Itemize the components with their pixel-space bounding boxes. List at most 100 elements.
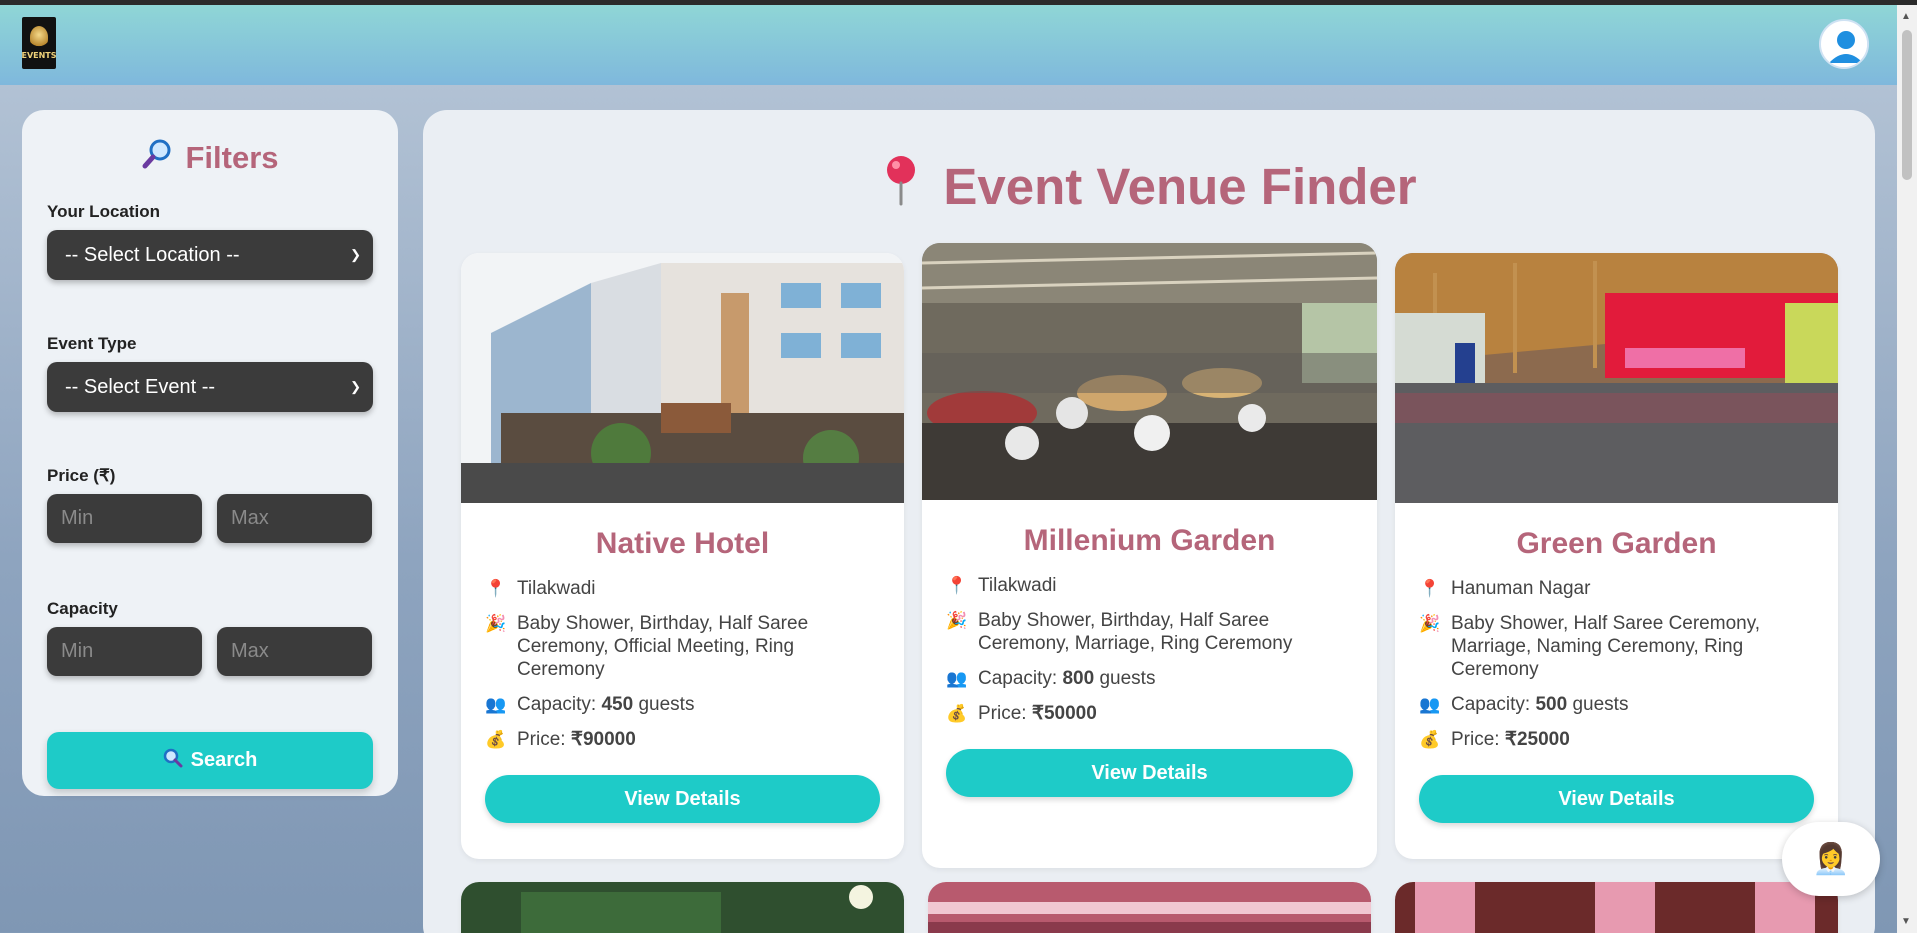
money-bag-icon: 💰 — [485, 730, 507, 749]
capacity-suffix: guests — [638, 694, 695, 715]
venue-name: Millenium Garden — [1023, 524, 1276, 557]
venue-card-partial — [1395, 882, 1838, 933]
venue-card: Native Hotel 📍 Tilakwadi 🎉 Baby Shower, … — [461, 253, 904, 859]
magnifier-icon — [141, 138, 173, 178]
price-label: Price (₹) — [47, 466, 116, 485]
price-value: ₹90000 — [570, 729, 636, 750]
price-range — [47, 494, 373, 543]
chat-support-button[interactable]: 👩‍💼 — [1782, 822, 1880, 896]
venue-location-text: Hanuman Nagar — [1451, 578, 1591, 599]
venue-location: 📍 Tilakwadi — [461, 577, 904, 600]
capacity-value: 800 — [1062, 668, 1095, 689]
user-icon — [1822, 22, 1867, 67]
venue-price: 💰 Price: ₹90000 — [461, 728, 904, 751]
people-icon: 👥 — [485, 695, 507, 714]
venue-photo — [461, 882, 904, 933]
filters-panel: Filters Your Location -- Select Location… — [22, 110, 398, 796]
party-popper-icon: 🎉 — [1419, 614, 1441, 633]
venue-card: Millenium Garden 📍 Tilakwadi 🎉 Baby Show… — [922, 243, 1377, 868]
capacity-label: Capacity — [47, 599, 118, 618]
people-icon: 👥 — [1419, 695, 1441, 714]
pushpin-icon — [881, 154, 921, 218]
page-title: Event Venue Finder — [423, 154, 1875, 218]
venue-card: Green Garden 📍 Hanuman Nagar 🎉 Baby Show… — [1395, 253, 1838, 859]
capacity-prefix: Capacity: — [978, 668, 1058, 689]
logo-text: EVENTS — [21, 51, 57, 60]
people-icon: 👥 — [946, 669, 968, 688]
pin-icon: 📍 — [946, 576, 968, 595]
scroll-up-icon[interactable]: ▲ — [1901, 11, 1911, 22]
view-details-button[interactable]: View Details — [946, 749, 1353, 797]
search-icon — [163, 748, 183, 774]
scroll-down-icon[interactable]: ▼ — [1901, 916, 1911, 927]
crest-icon — [30, 26, 48, 48]
price-prefix: Price: — [517, 729, 566, 750]
scrollbar-thumb[interactable] — [1902, 30, 1912, 180]
price-min-input[interactable] — [47, 494, 202, 543]
filters-heading: Filters — [47, 138, 373, 178]
venue-photo — [1395, 882, 1838, 933]
filters-title: Filters — [185, 140, 279, 175]
price-prefix: Price: — [978, 703, 1027, 724]
view-details-button[interactable]: View Details — [485, 775, 880, 823]
venue-events: 🎉 Baby Shower, Half Saree Ceremony, Marr… — [1395, 612, 1838, 681]
location-select-value: -- Select Location -- — [65, 243, 240, 266]
venue-events: 🎉 Baby Shower, Birthday, Half Saree Cere… — [922, 609, 1377, 655]
venue-photo — [461, 253, 904, 503]
price-prefix: Price: — [1451, 729, 1500, 750]
page-title-text: Event Venue Finder — [943, 157, 1417, 215]
pin-icon: 📍 — [485, 579, 507, 598]
user-avatar[interactable] — [1819, 19, 1869, 69]
location-label: Your Location — [47, 202, 161, 221]
page-scrollbar[interactable]: ▲ ▼ — [1897, 5, 1917, 933]
venue-events-text: Baby Shower, Half Saree Ceremony, Marria… — [1451, 613, 1761, 680]
event-type-select[interactable]: -- Select Event -- ❯ — [47, 362, 373, 412]
party-popper-icon: 🎉 — [485, 614, 507, 633]
price-value: ₹50000 — [1031, 703, 1097, 724]
search-button[interactable]: Search — [47, 732, 373, 789]
venue-location-text: Tilakwadi — [978, 575, 1057, 596]
capacity-value: 500 — [1535, 694, 1568, 715]
money-bag-icon: 💰 — [1419, 730, 1441, 749]
chevron-down-icon: ❯ — [350, 247, 361, 262]
capacity-range — [47, 627, 373, 676]
venue-price: 💰 Price: ₹25000 — [1395, 728, 1838, 751]
capacity-suffix: guests — [1572, 694, 1629, 715]
venue-events-text: Baby Shower, Birthday, Half Saree Ceremo… — [517, 613, 809, 680]
view-details-button[interactable]: View Details — [1419, 775, 1814, 823]
venue-photo — [1395, 253, 1838, 503]
event-type-select-value: -- Select Event -- — [65, 375, 216, 398]
venue-card-partial — [928, 882, 1371, 933]
venue-card-partial — [461, 882, 904, 933]
venue-capacity: 👥 Capacity: 800 guests — [922, 667, 1377, 690]
price-max-input[interactable] — [217, 494, 372, 543]
price-value: ₹25000 — [1504, 729, 1570, 750]
capacity-max-input[interactable] — [217, 627, 372, 676]
capacity-min-input[interactable] — [47, 627, 202, 676]
venue-capacity: 👥 Capacity: 500 guests — [1395, 693, 1838, 716]
chevron-down-icon: ❯ — [350, 379, 361, 394]
party-popper-icon: 🎉 — [946, 611, 968, 630]
venue-name: Native Hotel — [595, 527, 770, 560]
navbar: EVENTS — [0, 5, 1897, 85]
search-button-label: Search — [190, 749, 258, 771]
venue-events-text: Baby Shower, Birthday, Half Saree Ceremo… — [978, 610, 1293, 654]
event-type-label: Event Type — [47, 334, 137, 353]
venue-photo — [922, 243, 1377, 500]
venue-location: 📍 Hanuman Nagar — [1395, 577, 1838, 600]
venue-price: 💰 Price: ₹50000 — [922, 702, 1377, 725]
capacity-suffix: guests — [1099, 668, 1156, 689]
money-bag-icon: 💰 — [946, 704, 968, 723]
location-select[interactable]: -- Select Location -- ❯ — [47, 230, 373, 280]
venue-capacity: 👥 Capacity: 450 guests — [461, 693, 904, 716]
capacity-prefix: Capacity: — [1451, 694, 1531, 715]
results-panel: Event Venue Finder Native Hotel 📍 Tilakw… — [423, 110, 1875, 933]
venue-location-text: Tilakwadi — [517, 578, 596, 599]
capacity-value: 450 — [601, 694, 634, 715]
venue-photo — [928, 882, 1371, 933]
pin-icon: 📍 — [1419, 579, 1441, 598]
capacity-prefix: Capacity: — [517, 694, 597, 715]
brand-logo[interactable]: EVENTS — [21, 17, 57, 69]
venue-location: 📍 Tilakwadi — [922, 574, 1377, 597]
venue-name: Green Garden — [1516, 527, 1717, 560]
